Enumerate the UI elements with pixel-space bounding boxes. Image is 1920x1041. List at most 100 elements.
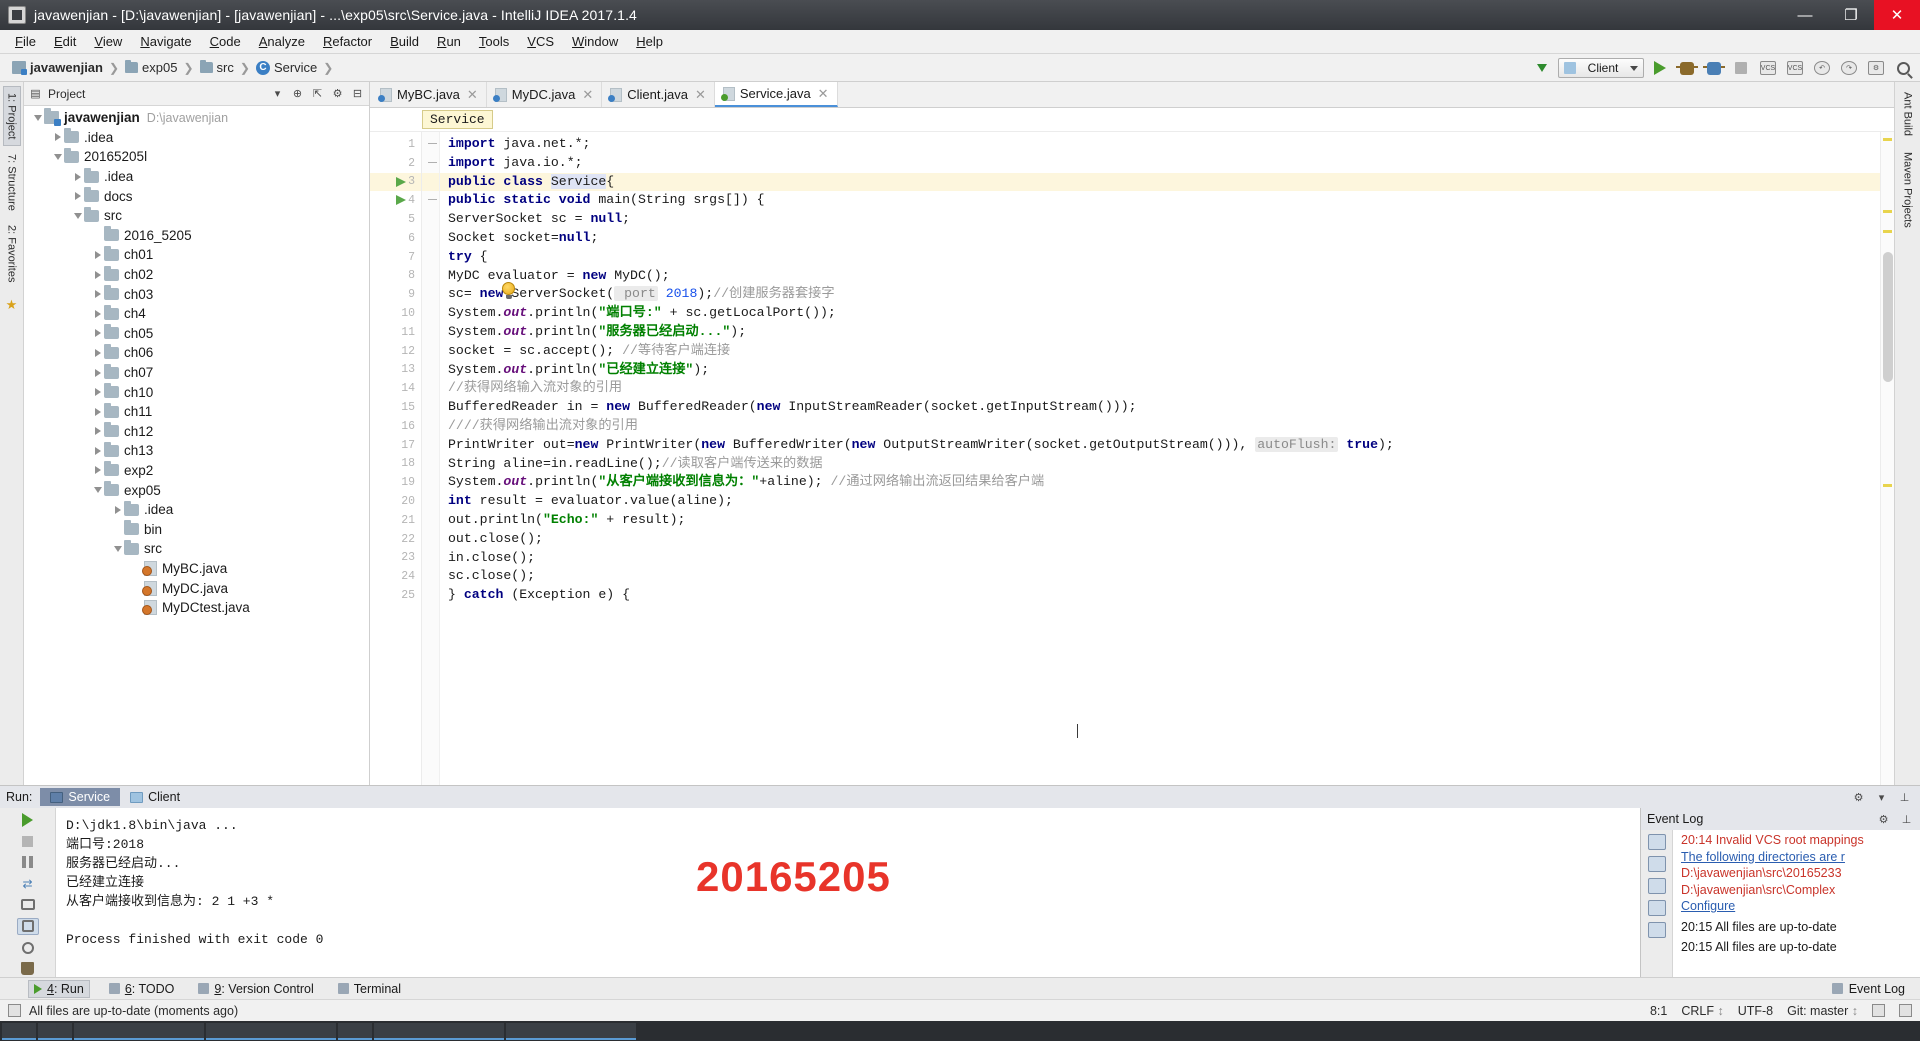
list-icon[interactable] — [1647, 878, 1666, 894]
line-number[interactable]: 21 — [370, 511, 421, 530]
fold-cell[interactable] — [422, 530, 439, 549]
debug-button[interactable] — [1676, 57, 1698, 79]
close-icon[interactable]: ✕ — [818, 86, 829, 102]
fold-cell[interactable] — [422, 285, 439, 304]
code-line[interactable]: sc= new ServerSocket( port 2018);//创建服务器… — [440, 285, 1880, 304]
taskbar-item[interactable] — [338, 1022, 372, 1040]
fold-cell[interactable] — [422, 154, 439, 173]
tree-node-mydcjava[interactable]: MyDC.java — [24, 578, 369, 598]
line-number[interactable]: 13 — [370, 361, 421, 380]
tree-node-ch06[interactable]: ch06 — [24, 343, 369, 363]
tree-node-20165205l[interactable]: 20165205l — [24, 147, 369, 167]
chevron-down-icon[interactable]: ▾ — [270, 86, 285, 101]
minimize-button[interactable]: — — [1782, 0, 1828, 30]
fold-gutter[interactable] — [396, 132, 440, 785]
code-line[interactable]: in.close(); — [440, 549, 1880, 568]
menu-item-build[interactable]: Build — [381, 32, 428, 51]
resume-button[interactable] — [17, 854, 39, 870]
tree-node-ch10[interactable]: ch10 — [24, 382, 369, 402]
chevron-right-icon[interactable] — [92, 446, 104, 455]
chevron-right-icon[interactable] — [92, 466, 104, 475]
chevron-down-icon[interactable] — [72, 212, 84, 219]
clear-all-icon[interactable] — [17, 961, 39, 977]
menu-item-analyze[interactable]: Analyze — [250, 32, 314, 51]
fold-cell[interactable] — [422, 304, 439, 323]
line-number[interactable]: 10 — [370, 304, 421, 323]
line-number[interactable]: 15 — [370, 398, 421, 417]
taskbar-item[interactable] — [206, 1022, 336, 1040]
taskbar-item[interactable] — [506, 1022, 636, 1040]
tree-node-idea[interactable]: .idea — [24, 167, 369, 187]
settings-icon[interactable]: ⚙ — [1865, 57, 1887, 79]
breadcrumb-exp05[interactable]: exp05 — [121, 60, 181, 75]
gear-icon[interactable]: ⚙ — [1876, 812, 1891, 827]
fold-cell[interactable] — [422, 342, 439, 361]
taskbar-item[interactable] — [38, 1022, 72, 1040]
menu-item-refactor[interactable]: Refactor — [314, 32, 381, 51]
fold-cell[interactable] — [422, 549, 439, 568]
editor-tab-client[interactable]: Client.java ✕ — [602, 82, 715, 107]
chevron-down-icon[interactable] — [112, 545, 124, 552]
console-output[interactable]: 20165205 D:\jdk1.8\bin\java ... 端口号:2018 服… — [56, 808, 1640, 977]
code-line[interactable]: public class Service{ — [440, 172, 1880, 192]
fold-cell[interactable] — [396, 172, 439, 192]
tree-node-ch02[interactable]: ch02 — [24, 265, 369, 285]
line-number[interactable]: 11 — [370, 323, 421, 342]
taskbar-item[interactable] — [374, 1022, 504, 1040]
fold-cell[interactable] — [422, 248, 439, 267]
line-number[interactable]: 5 — [370, 210, 421, 229]
menu-item-edit[interactable]: Edit — [45, 32, 85, 51]
tree-node-mybcjava[interactable]: MyBC.java — [24, 559, 369, 579]
menu-item-help[interactable]: Help — [627, 32, 672, 51]
locate-icon[interactable]: ⊕ — [290, 86, 305, 101]
hide-icon[interactable]: ⊥ — [1897, 790, 1912, 805]
line-number[interactable]: 22 — [370, 530, 421, 549]
lock-icon[interactable] — [1872, 1004, 1885, 1017]
stop-button[interactable] — [1730, 57, 1752, 79]
fold-cell[interactable] — [422, 135, 439, 154]
trash-icon[interactable] — [1647, 922, 1666, 938]
chevron-right-icon[interactable] — [92, 388, 104, 397]
fold-cell[interactable] — [422, 267, 439, 286]
taskbar-item[interactable] — [2, 1022, 36, 1040]
close-button[interactable]: ✕ — [1874, 0, 1920, 30]
editor-scrollbar[interactable] — [1883, 252, 1893, 382]
breadcrumb-chip[interactable]: Service — [422, 110, 493, 129]
run-tab-service[interactable]: Service — [40, 788, 121, 806]
close-icon[interactable]: ✕ — [695, 87, 706, 103]
gear-icon[interactable]: ⚙ — [1851, 790, 1866, 805]
tool-tab-7-structure[interactable]: 7: Structure — [4, 148, 20, 217]
chevron-right-icon[interactable] — [92, 290, 104, 299]
chevron-right-icon[interactable] — [92, 407, 104, 416]
tool-tab-1-project[interactable]: 1: Project — [2, 86, 21, 147]
code-line[interactable]: import java.io.*; — [440, 154, 1880, 173]
code-line[interactable]: public static void main(String srgs[]) { — [440, 191, 1880, 210]
line-number[interactable]: 8 — [370, 267, 421, 286]
chevron-right-icon[interactable] — [72, 172, 84, 181]
tree-node-2016_5205[interactable]: 2016_5205 — [24, 226, 369, 246]
hide-icon[interactable]: ⊟ — [350, 86, 365, 101]
code-line[interactable]: //获得网络输入流对象的引用 — [440, 379, 1880, 398]
code-line[interactable]: PrintWriter out=new PrintWriter(new Buff… — [440, 436, 1880, 455]
editor-tab-mydc[interactable]: MyDC.java ✕ — [486, 82, 603, 107]
collapse-all-icon[interactable]: ⇱ — [310, 86, 325, 101]
bottom-tab-terminal[interactable]: Terminal — [333, 981, 406, 997]
chevron-right-icon[interactable] — [52, 133, 64, 142]
chevron-down-icon[interactable] — [92, 487, 104, 494]
code-line[interactable]: socket = sc.accept(); //等待客户端连接 — [440, 342, 1880, 361]
line-number[interactable]: 6 — [370, 229, 421, 248]
redo-icon[interactable]: ↷ — [1838, 57, 1860, 79]
editor-tab-mybc[interactable]: MyBC.java ✕ — [372, 82, 487, 107]
line-number[interactable]: 9 — [370, 285, 421, 304]
intention-bulb-icon[interactable] — [502, 282, 515, 299]
tree-node-ch07[interactable]: ch07 — [24, 363, 369, 383]
fold-cell[interactable] — [422, 379, 439, 398]
event-log-list[interactable]: 20:14 Invalid VCS root mappings The follo… — [1673, 830, 1920, 977]
code-line[interactable]: ////获得网络输出流对象的引用 — [440, 417, 1880, 436]
git-branch-indicator[interactable]: Git: master ↕ — [1787, 1004, 1858, 1018]
notification-icon[interactable] — [1647, 834, 1666, 850]
chevron-right-icon[interactable] — [92, 348, 104, 357]
tree-node-ch11[interactable]: ch11 — [24, 402, 369, 422]
fold-cell[interactable] — [422, 436, 439, 455]
fold-cell[interactable] — [422, 455, 439, 474]
